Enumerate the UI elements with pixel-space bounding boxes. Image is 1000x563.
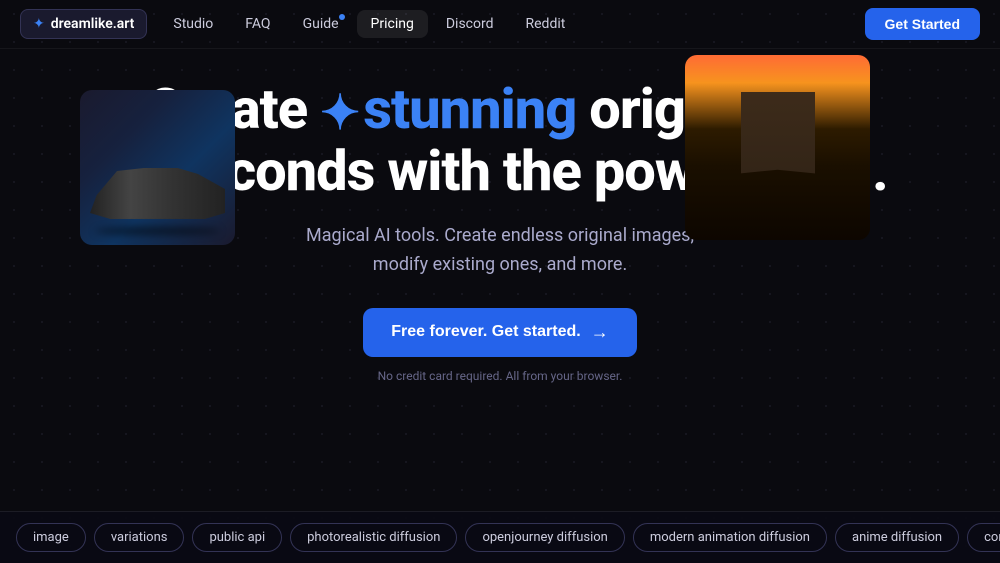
tag-com[interactable]: com: [967, 523, 1000, 552]
nav-link-guide[interactable]: Guide: [289, 10, 353, 38]
tag-photorealistic-diffusion[interactable]: photorealistic diffusion: [290, 523, 457, 552]
nav-link-discord[interactable]: Discord: [432, 10, 508, 38]
nav-link-faq[interactable]: FAQ: [231, 10, 284, 38]
hero-diamond-icon: ✦: [320, 84, 359, 141]
hero-subtitle: Magical AI tools. Create endless origina…: [306, 222, 694, 280]
hero-image-car: [80, 90, 235, 245]
tag-anime-diffusion[interactable]: anime diffusion: [835, 523, 959, 552]
no-credit-text: No credit card required. All from your b…: [378, 369, 623, 383]
tag-modern-animation-diffusion[interactable]: modern animation diffusion: [633, 523, 827, 552]
tag-variations[interactable]: variations: [94, 523, 185, 552]
hero-title-highlight: stunning: [363, 76, 576, 142]
get-started-button[interactable]: Get Started: [865, 8, 980, 40]
nav-logo[interactable]: ✦ dreamlike.art: [20, 9, 147, 39]
nav-link-studio[interactable]: Studio: [159, 10, 227, 38]
tag-openjourney-diffusion[interactable]: openjourney diffusion: [465, 523, 624, 552]
tags-bar: image variations public api photorealist…: [0, 511, 1000, 563]
arrow-right-icon: →: [591, 322, 609, 343]
free-cta-button[interactable]: Free forever. Get started. →: [363, 308, 636, 357]
nav-link-pricing[interactable]: Pricing: [357, 10, 428, 38]
nav-link-reddit[interactable]: Reddit: [512, 10, 580, 38]
tag-image[interactable]: image: [16, 523, 86, 552]
free-cta-label: Free forever. Get started.: [391, 323, 580, 341]
tag-public-api[interactable]: public api: [192, 523, 282, 552]
diamond-icon: ✦: [33, 16, 45, 32]
notification-dot: [339, 14, 345, 20]
logo-text: dreamlike.art: [51, 16, 135, 32]
navbar: ✦ dreamlike.art Studio FAQ Guide Pricing…: [0, 0, 1000, 49]
hero-image-street: [685, 55, 870, 240]
